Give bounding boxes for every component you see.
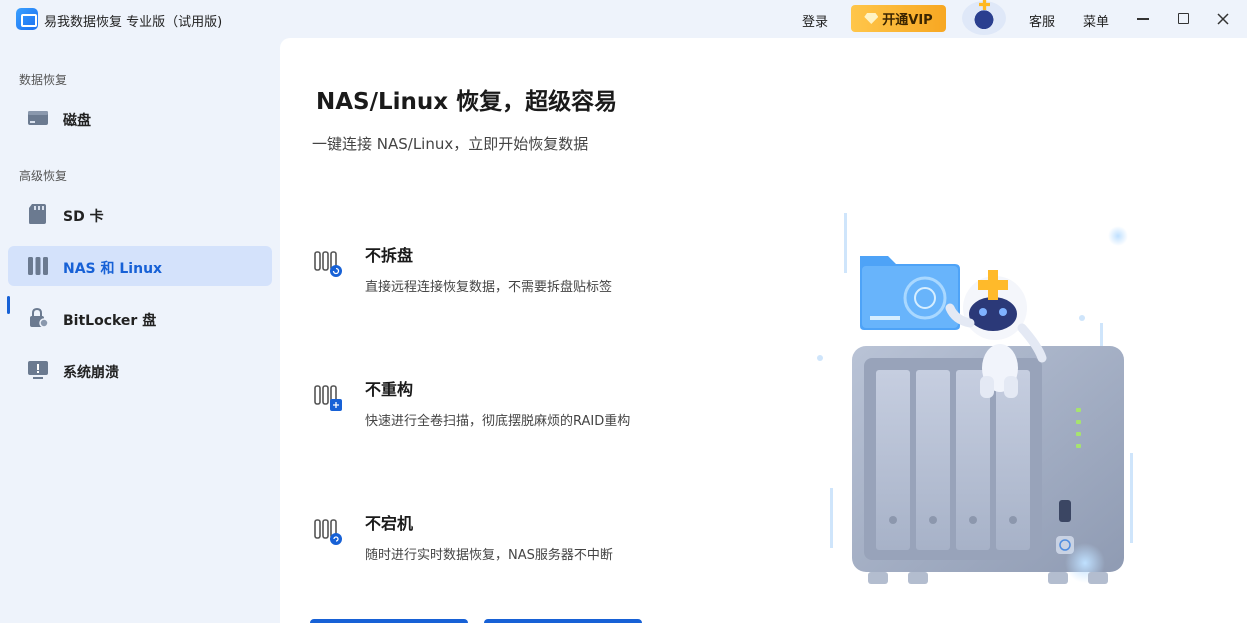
avatar[interactable] [962,1,1006,35]
support-link[interactable]: 客服 [1029,11,1055,30]
menu-link[interactable]: 菜单 [1083,11,1109,30]
feature-desc: 随时进行实时数据恢复，NAS服务器不中断 [365,548,613,563]
sidebar-item-label: 磁盘 [63,113,91,129]
gem-icon [864,13,879,24]
sidebar-item-label: SD 卡 [63,209,104,225]
nas-scan-icon [314,385,342,411]
nas-icon [28,257,48,275]
sd-card-icon [29,204,46,224]
minimize-icon [1137,18,1149,20]
section-label-data-recovery: 数据恢复 [19,73,68,87]
close-button[interactable] [1213,9,1233,29]
app-logo-icon [16,8,38,30]
vip-button[interactable]: 开通VIP [851,5,946,32]
close-icon [1217,13,1229,25]
bitlocker-lock-icon [30,308,49,328]
page-subtitle: 一键连接 NAS/Linux，立即开始恢复数据 [312,135,589,153]
section-label-advanced-recovery: 高级恢复 [19,169,68,183]
disk-icon [28,111,48,125]
primary-action-button[interactable] [310,619,468,623]
sidebar-item-sd-card[interactable]: SD 卡 [8,194,272,234]
feature-title: 不重构 [365,380,414,399]
sidebar-item-system-crash[interactable]: 系统崩溃 [8,350,272,390]
sidebar-item-nas-linux[interactable]: NAS 和 Linux [8,246,272,286]
feature-title: 不宕机 [365,514,414,533]
nas-realtime-icon [314,519,342,545]
sidebar-item-label: NAS 和 Linux [63,261,163,277]
minimize-button[interactable] [1133,9,1153,29]
secondary-action-button[interactable] [484,619,642,623]
nas-robot-illustration [817,213,1133,584]
app-title: 易我数据恢复 专业版（试用版) [44,15,223,30]
maximize-button[interactable] [1174,9,1194,29]
feature-title: 不拆盘 [365,246,414,265]
feature-desc: 直接远程连接恢复数据，不需要拆盘贴标签 [365,280,613,295]
feature-no-rebuild: 不重构 快速进行全卷扫描，彻底摆脱麻烦的RAID重构 [314,374,734,434]
vip-label: 开通VIP [882,13,933,28]
sidebar: 数据恢复 磁盘 高级恢复 SD 卡 NAS 和 Linux BitLocker … [0,38,280,623]
sidebar-item-label: 系统崩溃 [63,365,119,381]
sidebar-item-disk[interactable]: 磁盘 [8,98,272,138]
login-link[interactable]: 登录 [802,11,828,30]
sidebar-item-label: BitLocker 盘 [63,313,157,329]
sidebar-item-bitlocker[interactable]: BitLocker 盘 [8,298,272,338]
feature-desc: 快速进行全卷扫描，彻底摆脱麻烦的RAID重构 [365,414,631,429]
maximize-icon [1178,13,1189,24]
system-crash-icon [28,361,48,379]
feature-no-downtime: 不宕机 随时进行实时数据恢复，NAS服务器不中断 [314,508,734,568]
page-title: NAS/Linux 恢复，超级容易 [316,89,618,115]
nas-remote-icon [314,251,342,277]
title-bar: 易我数据恢复 专业版（试用版) 登录 开通VIP 客服 菜单 [0,0,1247,38]
feature-no-disassembly: 不拆盘 直接远程连接恢复数据，不需要拆盘贴标签 [314,240,734,300]
main-panel: NAS/Linux 恢复，超级容易 一键连接 NAS/Linux，立即开始恢复数… [280,38,1247,623]
